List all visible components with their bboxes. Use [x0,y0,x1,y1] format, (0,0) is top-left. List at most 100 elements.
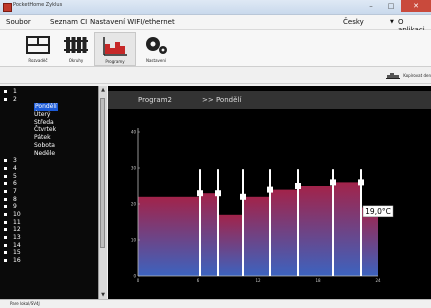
switch-point-handle[interactable] [240,193,246,200]
program-editor: Program2 >> Pondělí 0 10 20 30 40 0 6 12 18 24 19,… [108,86,431,299]
copy-chart-icon [386,73,401,79]
tool-label: Okruhy [68,58,84,63]
tree-bullet-icon [4,213,7,216]
tree-bullet-icon [4,197,7,201]
x-tick-label: 18 [315,278,321,283]
program-chart-icon [103,37,127,56]
sub-toolbar: Kopírovat den [0,67,431,84]
copy-day-label: Kopírovat den [403,72,431,78]
program-tree: 1 2 Pondělí Úterý Středa Čtvrtek Pátek Sobota Ne… [0,86,107,299]
tree-item-label: 11 [13,218,21,226]
tree-bullet-icon [4,205,7,209]
close-button[interactable]: ✕ [401,0,431,12]
tool-nastaveni[interactable]: Nastavení [136,32,176,64]
program-step-area [361,207,378,276]
menu-bar: Soubor Seznam CI Nastavení WIFI/ethernet… [0,15,431,34]
y-tick-label: 30 [131,166,137,171]
tool-okruhy[interactable]: Okruhy [56,32,96,64]
tree-item-label: 15 [13,249,21,257]
tree-item-label: Pátek [34,134,51,142]
program-step-area [298,186,333,276]
day-name: >> Pondělí [202,96,242,104]
switch-point-handle[interactable] [330,179,336,186]
window-controls: – □ ✕ [361,0,431,12]
title-bar: PocketHome Zyklus – □ ✕ [0,0,431,15]
tree-bullet-icon [4,189,7,193]
tree-item-label: 3 [13,157,17,165]
chevron-down-icon: ▼ [390,19,394,25]
tree-item-label: 13 [13,234,21,242]
tree-bullet-icon [4,228,7,232]
tree-item-label: 6 [13,180,17,188]
tree-item-label: 5 [13,172,17,180]
gears-icon [146,37,167,54]
temperature-program-chart[interactable]: 0102030400 6 12 18 2419,0°C [108,114,431,299]
menu-seznam-ci[interactable]: Seznam CI [50,18,87,26]
tree-item-label: Sobota [34,141,55,149]
tree-item-label: Čtvrtek [34,126,57,134]
maximize-button[interactable]: □ [381,0,401,12]
scroll-down-icon[interactable]: ▼ [99,292,107,298]
y-tick-label: 10 [131,238,137,243]
tree-item-label: Úterý [34,111,51,119]
menu-soubor[interactable]: Soubor [6,18,31,26]
tree-item-label: 4 [13,164,17,172]
scroll-up-icon[interactable]: ▲ [99,87,107,93]
menu-nastaveni-wifi[interactable]: Nastavení WIFI/ethernet [90,18,175,26]
temperature-tooltip-text: 19,0°C [365,207,391,216]
tree-scrollbar[interactable]: ▲ ▼ [98,86,107,299]
switch-point-handle[interactable] [358,179,364,186]
tree-bullet-icon [4,97,7,101]
tool-programy[interactable]: Programy [94,32,136,66]
tree-bullet-icon [4,220,7,224]
tree-bullet-icon [4,259,7,263]
tree-item-label: 10 [13,211,21,218]
switch-point-handle[interactable] [295,183,301,189]
program-step-area [243,196,270,276]
program-step-area [200,193,218,276]
window-title: PocketHome Zyklus [13,2,63,8]
tree-item-label: 1 [13,88,17,95]
x-tick-label: 12 [255,278,261,283]
switchboard-icon [26,36,50,54]
y-tick-label: 40 [131,130,137,135]
tree-item-label: 2 [13,95,17,103]
program-header: Program2 >> Pondělí [108,91,431,109]
x-tick-label: 24 [375,278,381,283]
tree-bullet-icon [4,166,7,170]
tree-item-label: 8 [13,195,17,203]
tree-bullet-icon [4,251,7,255]
tree-item-label: 7 [13,187,17,195]
program-name: Program2 [138,96,172,104]
tool-label: Rozvaděč [28,58,48,63]
tree-bullet-icon [4,182,7,186]
tree-bullet-icon [4,243,7,247]
program-step-area [333,182,361,276]
program-step-area [218,214,243,276]
switch-point-handle[interactable] [215,190,221,197]
switch-point-handle[interactable] [197,190,203,197]
copy-day-button[interactable]: Kopírovat den [386,69,431,81]
tree-item-label: 16 [13,257,21,265]
tree-item-label: Středa [34,118,54,126]
y-tick-label: 20 [131,202,137,207]
tool-label: Nastavení [145,58,167,63]
tree-bullet-icon [4,236,7,240]
tree-item-label: Pondělí [34,103,58,112]
status-text: Pare lokal/SV4J [10,301,40,306]
tree-bullet-icon [4,174,7,178]
x-tick-label: 0 [137,278,140,283]
app-icon [3,3,12,12]
tool-rozvadec[interactable]: Rozvaděč [18,32,58,64]
scrollbar-thumb[interactable] [100,98,105,248]
switch-point-handle[interactable] [267,186,273,193]
tree-item-label: 9 [13,203,17,211]
tree-item-label: 12 [13,226,21,234]
toolbar: Rozvaděč Okruhy Programy Nastavení [0,30,431,67]
language-select[interactable]: Česky [343,18,364,26]
minimize-button[interactable]: – [361,0,381,12]
radiator-icon [64,37,88,53]
x-tick-label: 6 [197,278,200,283]
tree-bullet-icon [4,159,7,163]
program-step-area [270,189,298,276]
